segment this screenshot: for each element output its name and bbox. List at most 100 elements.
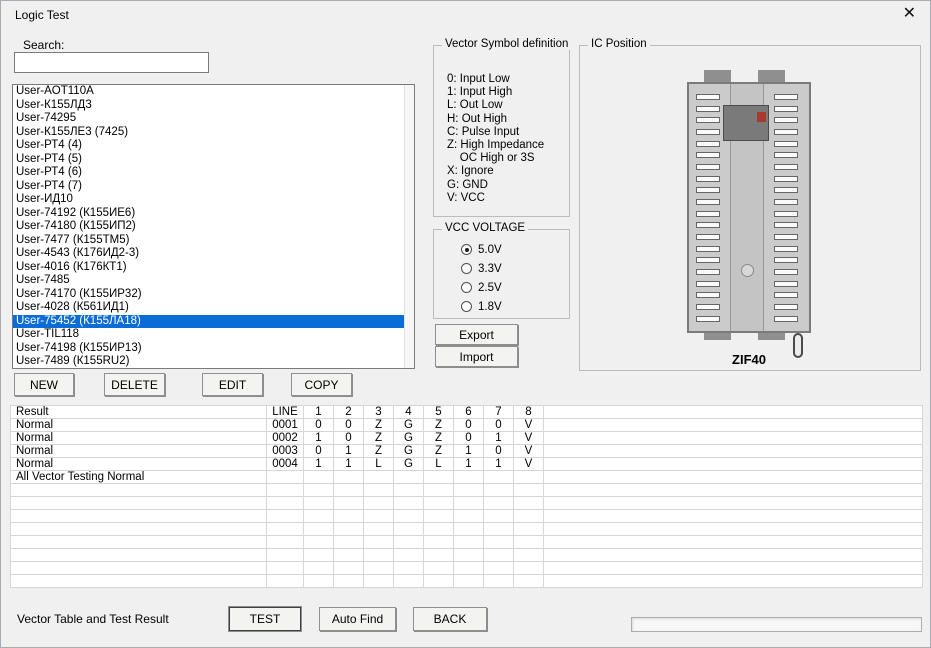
import-button[interactable]: Import [435,346,518,367]
titlebar: Logic Test ✕ [1,1,930,29]
radio-icon[interactable] [461,244,472,255]
device-list-item[interactable]: User-К155ЛЕ3 (7425) [13,126,414,140]
footer-status-label: Vector Table and Test Result [17,612,169,626]
vector-symbol-line: 1: Input High [447,86,544,99]
device-list-item[interactable]: User-К155ЛД3 [13,99,414,113]
pin-slot [774,176,798,182]
pin-slot [696,129,720,135]
vector-symbol-line: G: GND [447,179,544,192]
device-list-item[interactable]: User-7485 [13,274,414,288]
device-list-item[interactable]: User-4028 (К561ИД1) [13,301,414,315]
table-header-5: 5 [424,406,454,419]
pin-slot [696,234,720,240]
vcc-option-1.8V[interactable]: 1.8V [461,297,502,316]
ic-chip-pin1-mark [757,112,766,122]
pin-slot [696,222,720,228]
vcc-option-label: 2.5V [478,282,502,294]
table-row[interactable] [11,523,923,536]
pin-slot [696,246,720,252]
table-row[interactable] [11,484,923,497]
vector-symbol-line: X: Ignore [447,165,544,178]
edit-button[interactable]: EDIT [202,373,263,396]
device-list-item[interactable]: User-ИД10 [13,193,414,207]
pin-slot [774,211,798,217]
table-header-2: 2 [334,406,364,419]
vcc-voltage-title: VCC VOLTAGE [442,222,528,234]
device-list-item[interactable]: User-4016 (К176КТ1) [13,261,414,275]
new-button[interactable]: NEW [14,373,74,396]
table-row[interactable] [11,575,923,588]
export-button[interactable]: Export [435,324,518,345]
pin-slot [696,187,720,193]
ic-position-title: IC Position [588,38,650,50]
list-scrollbar[interactable] [404,85,414,368]
device-list-item[interactable]: User-74180 (К155ИП2) [13,220,414,234]
table-row[interactable] [11,497,923,510]
device-list-item[interactable]: User-74295 [13,112,414,126]
device-list[interactable]: User-AOT110AUser-К155ЛД3User-74295User-К… [12,84,415,369]
pin-slot [774,304,798,310]
table-row[interactable]: All Vector Testing Normal [11,471,923,484]
radio-icon[interactable] [461,301,472,312]
delete-button[interactable]: DELETE [104,373,165,396]
device-list-item[interactable]: User-7477 (К155ТМ5) [13,234,414,248]
pin-slot [774,187,798,193]
device-list-item[interactable]: User-РТ4 (7) [13,180,414,194]
close-icon[interactable]: ✕ [899,4,920,24]
back-button[interactable]: BACK [413,607,487,631]
vcc-option-label: 3.3V [478,263,502,275]
pin-slot [774,94,798,100]
device-list-item[interactable]: User-74170 (К155ИР32) [13,288,414,302]
device-list-item[interactable]: User-РТ4 (5) [13,153,414,167]
device-list-item[interactable]: User-7489 (К155RU2) [13,355,414,369]
ic-chip-graphic [723,105,769,141]
table-row[interactable]: Normal000210ZGZ01V [11,432,923,445]
zif-center-hole [741,264,754,277]
logic-test-dialog: Logic Test ✕ Search: User-AOT110AUser-К1… [0,0,931,648]
test-button[interactable]: TEST [229,607,301,631]
pin-slot [774,292,798,298]
table-row[interactable]: Normal000301ZGZ10V [11,445,923,458]
table-row[interactable] [11,510,923,523]
pin-slot [774,141,798,147]
radio-icon[interactable] [461,282,472,293]
search-input[interactable] [14,52,209,73]
table-header-filler [544,406,923,419]
table-header-8: 8 [514,406,544,419]
radio-icon[interactable] [461,263,472,274]
device-list-item[interactable]: User-74198 (К155ИР13) [13,342,414,356]
copy-button[interactable]: COPY [291,373,352,396]
pin-slot [774,222,798,228]
vcc-option-2.5V[interactable]: 2.5V [461,278,502,297]
pin-slot [696,316,720,322]
table-header-1: 1 [304,406,334,419]
vector-symbol-line: OC High or 3S [447,152,544,165]
vcc-option-5.0V[interactable]: 5.0V [461,240,502,259]
device-list-item[interactable]: User-75452 (К155ЛА18) [13,315,414,329]
vector-symbol-line: L: Out Low [447,99,544,112]
table-header-7: 7 [484,406,514,419]
pin-slot [774,152,798,158]
vector-table: ResultLINE12345678 Normal000100ZGZ00VNor… [10,405,923,588]
pin-column-left [696,94,720,322]
device-list-item[interactable]: User-TIL118 [13,328,414,342]
table-row[interactable]: Normal000411LGL11V [11,458,923,471]
vector-table-header: ResultLINE12345678 [11,406,923,419]
vcc-option-label: 5.0V [478,244,502,256]
table-row[interactable] [11,536,923,549]
vcc-option-3.3V[interactable]: 3.3V [461,259,502,278]
table-row[interactable]: Normal000100ZGZ00V [11,419,923,432]
device-list-item[interactable]: User-AOT110A [13,85,414,99]
table-row[interactable] [11,549,923,562]
vector-table-body: Normal000100ZGZ00VNormal000210ZGZ01VNorm… [11,419,923,588]
pin-slot [696,304,720,310]
zif-socket-label: ZIF40 [687,352,811,367]
device-list-item[interactable]: User-РТ4 (4) [13,139,414,153]
device-list-item[interactable]: User-4543 (К176ИД2-3) [13,247,414,261]
device-list-item[interactable]: User-74192 (К155ИЕ6) [13,207,414,221]
vector-symbol-title: Vector Symbol definition [442,38,571,50]
device-list-item[interactable]: User-РТ4 (6) [13,166,414,180]
auto-find-button[interactable]: Auto Find [319,607,396,631]
table-row[interactable] [11,562,923,575]
pin-slot [774,164,798,170]
